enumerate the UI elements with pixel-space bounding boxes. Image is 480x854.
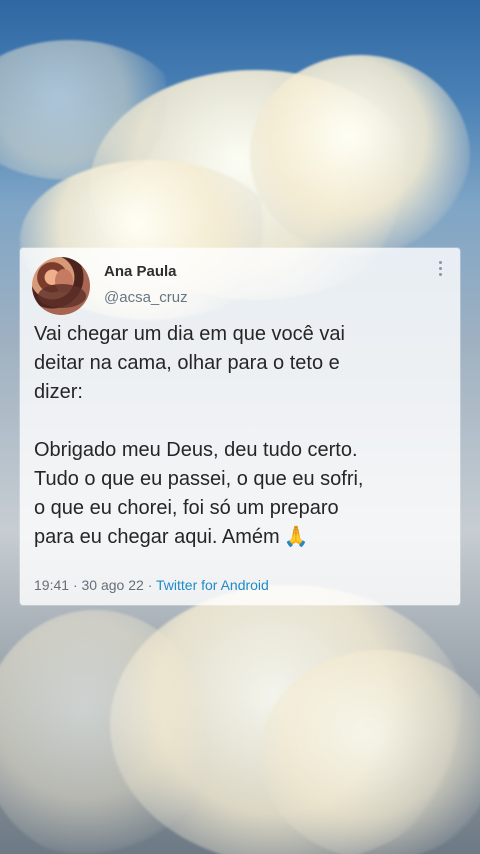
tweet-paragraph-2-text: Obrigado meu Deus, deu tudo certo. Tudo … — [34, 439, 364, 548]
tweet-card: Ana Paula @acsa_cruz Vai chegar um dia e… — [20, 248, 460, 605]
praying-hands-icon: 🙏 — [283, 526, 309, 548]
author-name[interactable]: Ana Paula — [104, 263, 177, 280]
tweet-text: Vai chegar um dia em que você vai deitar… — [34, 320, 444, 552]
meta-separator: · — [147, 577, 153, 593]
tweet-date: 30 ago 22 — [81, 577, 144, 593]
tweet-time: 19:41 — [34, 577, 70, 593]
meta-separator: · — [72, 577, 78, 593]
tweet-paragraph-2: Obrigado meu Deus, deu tudo certo. Tudo … — [34, 436, 444, 552]
tweet-paragraph-1: Vai chegar um dia em que você vai deitar… — [34, 323, 345, 403]
avatar[interactable] — [32, 257, 90, 315]
more-options-icon[interactable] — [434, 261, 446, 281]
author-handle[interactable]: @acsa_cruz — [104, 289, 188, 306]
tweet-meta: 19:41 · 30 ago 22 · Twitter for Android — [34, 577, 269, 593]
cloud-shape — [250, 55, 470, 255]
tweet-source-link[interactable]: Twitter for Android — [156, 577, 269, 593]
